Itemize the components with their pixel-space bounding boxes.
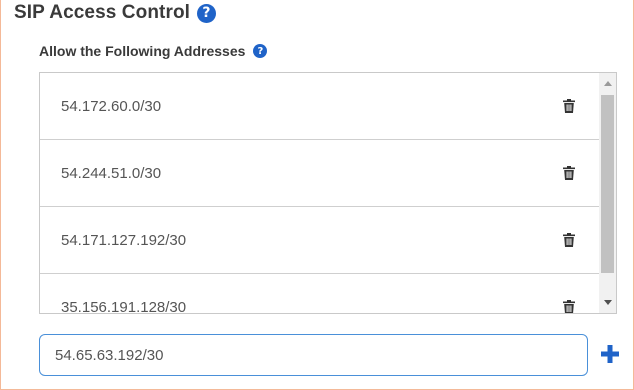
help-icon[interactable]: ? — [253, 44, 268, 58]
address-input[interactable] — [39, 334, 588, 376]
trash-icon[interactable] — [563, 166, 575, 180]
address-label: 35.156.191.128/30 — [61, 298, 187, 314]
list-item: 54.244.51.0/30 — [40, 140, 600, 207]
help-icon[interactable]: ? — [197, 3, 217, 23]
scroll-up-arrow-icon[interactable] — [599, 75, 616, 92]
address-list[interactable]: 54.172.60.0/30 54.244.51.0/30 54.171.127… — [39, 72, 617, 314]
list-item: 54.171.127.192/30 — [40, 207, 600, 274]
trash-icon[interactable] — [563, 233, 575, 247]
list-item: 35.156.191.128/30 — [40, 274, 600, 314]
address-label: 54.244.51.0/30 — [61, 164, 162, 182]
section-title: SIP Access Control ? — [14, 2, 217, 24]
list-item: 54.172.60.0/30 — [40, 73, 600, 140]
plus-icon[interactable] — [599, 343, 621, 365]
scroll-down-arrow-icon[interactable] — [599, 294, 616, 311]
address-label: 54.171.127.192/30 — [61, 231, 187, 249]
list-scrollbar[interactable] — [599, 73, 616, 313]
trash-icon[interactable] — [563, 99, 575, 113]
allow-list-title: Allow the Following Addresses ? — [39, 43, 268, 59]
trash-icon[interactable] — [563, 300, 575, 314]
address-label: 54.172.60.0/30 — [61, 97, 162, 115]
allow-list-title-label: Allow the Following Addresses — [39, 43, 246, 59]
scroll-thumb[interactable] — [601, 95, 614, 273]
section-title-label: SIP Access Control — [14, 2, 191, 23]
